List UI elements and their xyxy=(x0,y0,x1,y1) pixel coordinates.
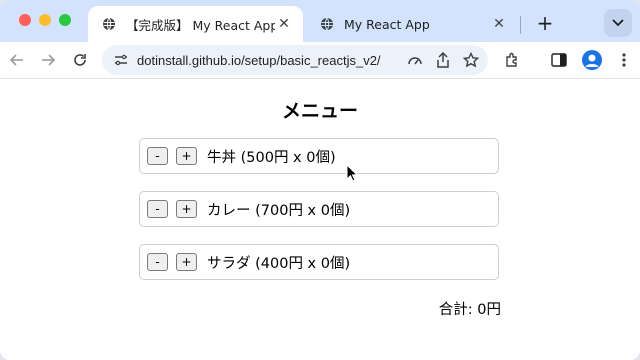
menu-item-label: 牛丼 (500円 x 0個) xyxy=(207,149,336,166)
globe-icon xyxy=(102,17,116,31)
increment-button[interactable]: + xyxy=(176,200,197,218)
performance-icon[interactable] xyxy=(404,49,426,71)
menu-item-curry: - + カレー (700円 x 0個) xyxy=(139,191,499,227)
new-tab-button[interactable]: + xyxy=(532,10,558,36)
maximize-window-button[interactable] xyxy=(59,14,71,26)
forward-icon[interactable] xyxy=(36,48,60,72)
decrement-button[interactable]: - xyxy=(147,253,168,271)
globe-icon xyxy=(320,17,334,31)
menu-item-gyudon: - + 牛丼 (500円 x 0個) xyxy=(139,138,499,174)
browser-window: 【完成版】 My React App ✕ My React App ✕ + do… xyxy=(0,0,640,360)
extensions-icon[interactable] xyxy=(500,48,524,72)
tab-react-app[interactable]: My React App ✕ xyxy=(306,6,518,42)
tab-title: My React App xyxy=(344,16,430,32)
reload-icon[interactable] xyxy=(68,48,92,72)
increment-button[interactable]: + xyxy=(176,147,197,165)
tab-divider xyxy=(520,16,521,34)
tab-strip: 【完成版】 My React App ✕ My React App ✕ + xyxy=(0,0,640,42)
increment-button[interactable]: + xyxy=(176,253,197,271)
decrement-button[interactable]: - xyxy=(147,200,168,218)
share-icon[interactable] xyxy=(432,49,454,71)
menu-item-label: サラダ (400円 x 0個) xyxy=(207,255,351,272)
mouse-cursor-icon xyxy=(346,163,359,186)
menu-item-label: カレー (700円 x 0個) xyxy=(207,202,351,219)
total-amount: 合計: 0円 xyxy=(438,302,501,318)
tab-close-icon[interactable]: ✕ xyxy=(490,15,508,33)
tab-complete-react-app[interactable]: 【完成版】 My React App ✕ xyxy=(88,6,303,42)
side-panel-icon[interactable] xyxy=(547,48,571,72)
tab-search-icon[interactable] xyxy=(604,9,632,37)
bookmark-star-icon[interactable] xyxy=(460,49,482,71)
tab-title: 【完成版】 My React App xyxy=(126,17,275,33)
profile-icon[interactable] xyxy=(582,50,602,70)
page-title: メニュー xyxy=(281,100,358,122)
minimize-window-button[interactable] xyxy=(39,14,51,26)
back-icon[interactable] xyxy=(5,48,29,72)
site-info-icon[interactable] xyxy=(111,50,131,70)
page-content: メニュー - + 牛丼 (500円 x 0個) - + カレー (700円 x … xyxy=(0,79,640,360)
tab-close-icon[interactable]: ✕ xyxy=(275,15,293,33)
menu-item-salad: - + サラダ (400円 x 0個) xyxy=(139,244,499,280)
browser-toolbar: dotinstall.github.io/setup/basic_reactjs… xyxy=(0,42,640,79)
decrement-button[interactable]: - xyxy=(147,147,168,165)
address-bar[interactable]: dotinstall.github.io/setup/basic_reactjs… xyxy=(102,45,488,75)
url-text[interactable]: dotinstall.github.io/setup/basic_reactjs… xyxy=(137,53,404,68)
close-window-button[interactable] xyxy=(19,14,31,26)
more-menu-icon[interactable] xyxy=(612,48,636,72)
